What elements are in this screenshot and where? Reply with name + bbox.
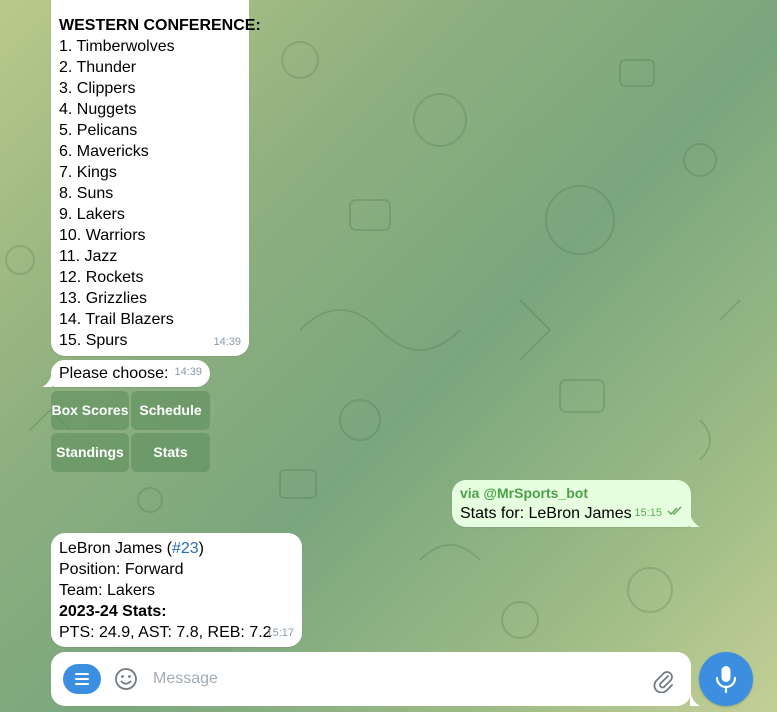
stats-header: 2023-24 Stats: [59, 603, 167, 620]
prompt-text: Please choose: [59, 365, 169, 382]
box-scores-button[interactable]: Box Scores [51, 391, 129, 430]
standings-message: WESTERN CONFERENCE: 1. Timberwolves 2. T… [51, 0, 261, 356]
paperclip-icon [653, 671, 673, 694]
standings-team: 5. Pelicans [59, 122, 138, 139]
player-team: Team: Lakers [59, 582, 156, 599]
message-input[interactable] [153, 667, 633, 691]
standings-team: 8. Suns [59, 185, 114, 202]
player-name-line: LeBron James (#23) [59, 538, 294, 559]
bubble-tail [42, 373, 52, 387]
standings-header: WESTERN CONFERENCE: [59, 17, 261, 34]
double-check-icon [667, 506, 682, 515]
standings-team: 4. Nuggets [59, 101, 137, 118]
bot-menu-button[interactable] [63, 664, 101, 694]
stats-line: PTS: 24.9, AST: 7.8, REB: 7.2 [59, 624, 272, 641]
standings-team: 11. Jazz [59, 248, 118, 265]
microphone-icon [715, 666, 737, 694]
voice-message-button[interactable] [699, 652, 753, 706]
prompt-message: Please choose: 14:39 [51, 360, 210, 387]
message-composer [51, 652, 691, 706]
player-name-suffix: ) [198, 540, 204, 557]
player-position: Position: Forward [59, 561, 184, 578]
standings-team: 13. Grizzlies [59, 290, 148, 307]
via-bot-label[interactable]: via @MrSports_bot [460, 483, 683, 503]
standings-team: 6. Mavericks [59, 143, 149, 160]
player-stats-message: LeBron James (#23) Position: Forward Tea… [51, 533, 302, 647]
message-time-value: 15:15 [634, 507, 662, 519]
standings-team: 7. Kings [59, 164, 117, 181]
message-time: 15:17 [266, 627, 294, 639]
bubble-tail [690, 513, 700, 527]
standings-team: 10. Warriors [59, 227, 146, 244]
standings-team: 1. Timberwolves [59, 38, 175, 55]
schedule-button[interactable]: Schedule [131, 391, 210, 430]
player-name: LeBron James ( [59, 540, 172, 557]
menu-icon [75, 673, 89, 685]
stats-button[interactable]: Stats [131, 433, 210, 472]
emoji-button[interactable] [113, 664, 139, 694]
standings-team: 14. Trail Blazers [59, 311, 174, 328]
player-number-link[interactable]: #23 [172, 540, 199, 557]
standings-team: 3. Clippers [59, 80, 136, 97]
standings-team: 9. Lakers [59, 206, 125, 223]
standings-team: 12. Rockets [59, 269, 144, 286]
message-time: 14:39 [174, 366, 202, 378]
message-time: 15:15 [634, 503, 683, 524]
standings-team: 2. Thunder [59, 59, 137, 76]
sent-message: via @MrSports_bot Stats for: LeBron Jame… [452, 480, 691, 527]
emoji-icon [115, 668, 137, 690]
standings-button[interactable]: Standings [51, 433, 129, 472]
message-time: 14:39 [213, 336, 241, 348]
attach-button[interactable] [651, 667, 675, 694]
